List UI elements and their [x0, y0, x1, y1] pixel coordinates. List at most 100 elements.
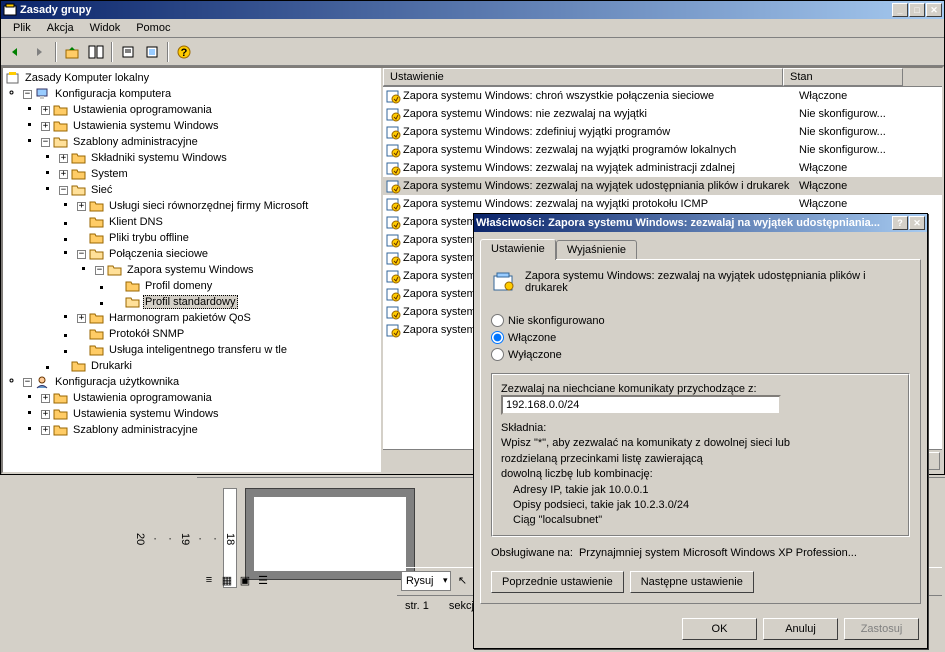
- tree-sw-settings[interactable]: +Ustawienia oprogramowania: [41, 102, 379, 118]
- list-row[interactable]: Zapora systemu Windows: zezwalaj na wyją…: [383, 159, 942, 177]
- next-setting-button[interactable]: Następne ustawienie: [630, 571, 754, 593]
- folder-icon: [125, 279, 141, 293]
- folder-icon: [89, 199, 105, 213]
- expand-icon[interactable]: +: [41, 410, 50, 419]
- tab-setting[interactable]: Ustawienie: [480, 239, 556, 260]
- expand-icon[interactable]: +: [59, 170, 68, 179]
- tree-bits[interactable]: Usługa inteligentnego transferu w tle: [77, 342, 379, 358]
- policy-setting-icon: [385, 178, 401, 194]
- view-outline-icon[interactable]: ☰: [255, 572, 271, 588]
- folder-icon: [53, 119, 69, 133]
- dialog-close-button[interactable]: ✕: [909, 216, 925, 230]
- allow-from-input[interactable]: [501, 395, 781, 415]
- prev-setting-button[interactable]: Poprzednie ustawienie: [491, 571, 624, 593]
- menu-file[interactable]: Plik: [5, 20, 39, 36]
- apply-button[interactable]: Zastosuj: [844, 618, 919, 640]
- policy-setting-icon: [385, 304, 401, 320]
- expand-icon[interactable]: +: [41, 426, 50, 435]
- tree-win-components[interactable]: +Składniki systemu Windows: [59, 150, 379, 166]
- column-state[interactable]: Stan: [783, 68, 903, 86]
- tree-offline[interactable]: Pliki trybu offline: [77, 230, 379, 246]
- tree-admin-templates[interactable]: −Szablony administracyjne: [41, 134, 379, 150]
- tree-printers[interactable]: Drukarki: [59, 358, 379, 374]
- collapse-icon[interactable]: −: [77, 250, 86, 259]
- close-button[interactable]: ✕: [926, 3, 942, 17]
- collapse-icon[interactable]: −: [95, 266, 104, 275]
- view-print-icon[interactable]: ▣: [237, 572, 253, 588]
- view-normal-icon[interactable]: ≡: [201, 572, 217, 588]
- properties-button[interactable]: [117, 41, 139, 63]
- export-button[interactable]: [141, 41, 163, 63]
- show-hide-button[interactable]: [85, 41, 107, 63]
- ok-button[interactable]: OK: [682, 618, 757, 640]
- policy-setting-icon: [385, 268, 401, 284]
- radio-disabled[interactable]: Wyłączone: [491, 348, 910, 361]
- tree-user-win[interactable]: +Ustawienia systemu Windows: [41, 406, 379, 422]
- list-row[interactable]: Zapora systemu Windows: nie zezwalaj na …: [383, 105, 942, 123]
- tree-snmp[interactable]: Protokół SNMP: [77, 326, 379, 342]
- tab-explain[interactable]: Wyjaśnienie: [556, 240, 637, 259]
- list-row[interactable]: Zapora systemu Windows: zdefiniuj wyjątk…: [383, 123, 942, 141]
- folder-icon: [53, 423, 69, 437]
- tree-system[interactable]: +System: [59, 166, 379, 182]
- expand-icon[interactable]: +: [41, 394, 50, 403]
- maximize-button[interactable]: □: [909, 3, 925, 17]
- tree-user-sw[interactable]: +Ustawienia oprogramowania: [41, 390, 379, 406]
- menu-view[interactable]: Widok: [82, 20, 129, 36]
- column-setting[interactable]: Ustawienie: [383, 68, 783, 86]
- menu-help[interactable]: Pomoc: [128, 20, 178, 36]
- up-button[interactable]: [61, 41, 83, 63]
- policy-setting-icon: [385, 214, 401, 230]
- tree-domain-profile[interactable]: Profil domeny: [113, 278, 379, 294]
- minimize-button[interactable]: _: [892, 3, 908, 17]
- tree-network[interactable]: −Sieć: [59, 182, 379, 198]
- allow-label: Zezwalaj na niechciane komunikaty przych…: [501, 383, 900, 395]
- radio-enabled[interactable]: Włączone: [491, 331, 910, 344]
- tree-netconn[interactable]: −Połączenia sieciowe: [77, 246, 379, 262]
- list-row[interactable]: Zapora systemu Windows: chroń wszystkie …: [383, 87, 942, 105]
- collapse-icon[interactable]: −: [41, 138, 50, 147]
- tree-firewall[interactable]: −Zapora systemu Windows: [95, 262, 379, 278]
- expand-icon[interactable]: +: [41, 122, 50, 131]
- radio-not-configured[interactable]: Nie skonfigurowano: [491, 314, 910, 327]
- window-title: Zasady grupy: [20, 4, 892, 16]
- tree-pane[interactable]: Zasady Komputer lokalny − Konfiguracja k…: [3, 68, 383, 472]
- folder-icon: [89, 231, 105, 245]
- draw-menu[interactable]: Rysuj: [401, 571, 451, 591]
- expand-icon[interactable]: +: [59, 154, 68, 163]
- tree-dns[interactable]: Klient DNS: [77, 214, 379, 230]
- syntax-label: Składnia:: [501, 421, 900, 436]
- dialog-help-button[interactable]: ?: [892, 216, 908, 230]
- tree-user-config[interactable]: −Konfiguracja użytkownika: [23, 374, 379, 390]
- folder-open-icon: [53, 135, 69, 149]
- tree-root[interactable]: Zasady Komputer lokalny: [5, 70, 379, 86]
- list-row[interactable]: Zapora systemu Windows: zezwalaj na wyją…: [383, 177, 942, 195]
- tab-content: Zapora systemu Windows: zezwalaj na wyją…: [480, 259, 921, 604]
- collapse-icon[interactable]: −: [59, 186, 68, 195]
- tree-win-settings[interactable]: +Ustawienia systemu Windows: [41, 118, 379, 134]
- view-web-icon[interactable]: ▦: [219, 572, 235, 588]
- tree-qos[interactable]: +Harmonogram pakietów QoS: [77, 310, 379, 326]
- menu-action[interactable]: Akcja: [39, 20, 82, 36]
- expand-icon[interactable]: +: [77, 314, 86, 323]
- expand-icon[interactable]: +: [41, 106, 50, 115]
- policy-icon: [5, 71, 21, 85]
- back-button[interactable]: [5, 41, 27, 63]
- dialog-buttons: OK Anuluj Zastosuj: [474, 610, 927, 648]
- cancel-button[interactable]: Anuluj: [763, 618, 838, 640]
- list-row[interactable]: Zapora systemu Windows: zezwalaj na wyją…: [383, 195, 942, 213]
- tree-p2p[interactable]: +Usługi sieci równorzędnej firmy Microso…: [77, 198, 379, 214]
- dialog-titlebar: Właściwości: Zapora systemu Windows: zez…: [474, 214, 927, 232]
- tree-user-admin[interactable]: +Szablony administracyjne: [41, 422, 379, 438]
- forward-button[interactable]: [29, 41, 51, 63]
- tree-computer-config[interactable]: − Konfiguracja komputera: [23, 86, 379, 102]
- folder-icon: [89, 215, 105, 229]
- help-button[interactable]: ?: [173, 41, 195, 63]
- select-icon[interactable]: ↖: [455, 573, 471, 589]
- collapse-icon[interactable]: −: [23, 378, 32, 387]
- collapse-icon[interactable]: −: [23, 90, 32, 99]
- list-row[interactable]: Zapora systemu Windows: zezwalaj na wyją…: [383, 141, 942, 159]
- svg-text:?: ?: [181, 47, 188, 59]
- tree-standard-profile[interactable]: Profil standardowy: [113, 294, 379, 310]
- expand-icon[interactable]: +: [77, 202, 86, 211]
